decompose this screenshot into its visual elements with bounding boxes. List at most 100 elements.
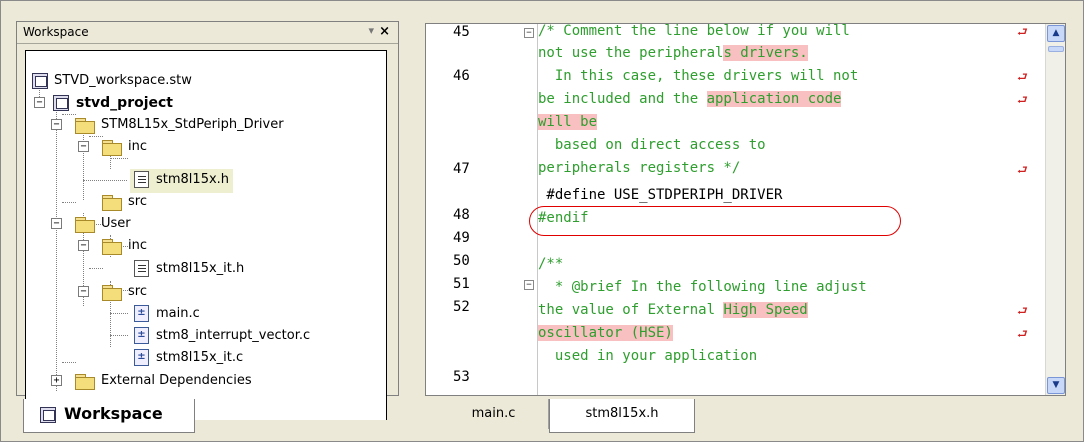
code-line: * @brief In the following line adjust: [538, 279, 867, 295]
line-number: 45: [453, 24, 470, 40]
scrollbar-thumb[interactable]: [1048, 46, 1064, 52]
c-source-file-icon: ±: [134, 349, 149, 366]
workspace-title-text: Workspace: [23, 25, 89, 39]
annotation-oval: [529, 206, 901, 236]
code-line: based on direct access to: [538, 137, 766, 153]
tab-main-c[interactable]: main.c: [439, 399, 549, 429]
project-icon: [53, 95, 69, 111]
code-highlight: will be: [538, 114, 598, 130]
code-line: peripherals registers */: [538, 160, 741, 176]
scroll-up-icon[interactable]: ▲: [1047, 25, 1065, 42]
line-number: 53: [453, 369, 470, 385]
folder-icon: [102, 195, 122, 211]
tree-connector: [110, 313, 128, 314]
line-number: 50: [453, 253, 470, 269]
folder-icon: [75, 374, 95, 390]
tree-item-driver-header[interactable]: stm8l15x.h stm8l15x.h: [130, 169, 234, 193]
tree-connector: [62, 114, 76, 115]
tree-item-label: inc: [128, 139, 147, 154]
code-line: used in your application: [538, 348, 758, 364]
tree-connector: [89, 268, 103, 269]
word-wrap-icon: ⮐: [1017, 327, 1028, 341]
tree-item-label: External Dependencies: [101, 373, 252, 388]
application-frame: Workspace ▾ × STVD_workspace.stw − stvd_…: [0, 0, 1084, 442]
collapse-toggle-icon[interactable]: −: [78, 286, 89, 297]
word-wrap-icon: ⮐: [1017, 70, 1028, 84]
tree-connector: [56, 103, 57, 391]
line-number-gutter: 45 46 47 48 49 50 51 52 53: [426, 24, 512, 395]
code-line: oscillator (HSE): [538, 322, 673, 344]
close-icon[interactable]: ×: [379, 24, 390, 39]
tree-item-label: STVD_workspace.stw: [54, 73, 192, 88]
tab-stm8l15x-h[interactable]: stm8l15x.h: [549, 399, 695, 433]
c-source-file-icon: ±: [134, 305, 149, 322]
tree-connector: [62, 202, 76, 203]
workspace-panel: Workspace ▾ × STVD_workspace.stw − stvd_…: [16, 21, 399, 420]
vertical-scrollbar[interactable]: ▲ ▼: [1045, 24, 1065, 395]
tree-item-label: stm8l15x_it.h: [156, 261, 245, 276]
code-line: In this case, these drivers will not: [538, 68, 859, 84]
code-highlight: s drivers.: [723, 45, 808, 61]
code-line: will be: [538, 111, 598, 133]
c-source-file-icon: ±: [134, 327, 149, 344]
code-highlight: oscillator (HSE): [538, 325, 673, 341]
code-line: the value of External High Speed: [538, 302, 808, 318]
code-highlight: High Speed: [723, 302, 808, 318]
word-wrap-icon: ⮐: [1017, 93, 1028, 107]
scroll-down-icon[interactable]: ▼: [1047, 377, 1065, 394]
pin-icon[interactable]: ▾: [368, 24, 374, 37]
line-number: 51: [453, 276, 470, 292]
tree-item-label: stm8l15x.h: [156, 172, 230, 187]
code-line-define: #define USE_STDPERIPH_DRIVER: [538, 187, 783, 203]
line-number: 47: [453, 161, 470, 177]
code-line: not use the peripherals drivers.: [538, 45, 808, 61]
tree-item-label: User: [101, 216, 131, 231]
tree-item-label: src: [128, 194, 147, 209]
collapse-toggle-icon[interactable]: −: [78, 240, 89, 251]
workspace-panel-title: Workspace ▾ ×: [17, 22, 398, 44]
folder-icon: [75, 118, 95, 134]
workspace-tab-label: Workspace: [64, 404, 163, 423]
collapse-toggle-icon[interactable]: −: [34, 97, 45, 108]
workspace-tab[interactable]: Workspace: [23, 399, 195, 433]
workspace-tree: STVD_workspace.stw − stvd_project − STM8…: [25, 50, 387, 420]
code-line: /* Comment the line below if you will: [538, 23, 850, 39]
folder-icon: [102, 140, 122, 156]
tree-connector: [83, 125, 84, 200]
word-wrap-icon: ⮐: [1017, 304, 1028, 318]
fold-collapse-icon[interactable]: −: [524, 280, 534, 290]
tree-connector: [83, 180, 127, 181]
tree-connector: [110, 158, 128, 159]
code-line: be included and the application code: [538, 91, 842, 107]
tree-item-label: stm8l15x_it.c: [156, 350, 244, 365]
tree-item-label: stm8_interrupt_vector.c: [156, 328, 311, 343]
tree-item-label: stvd_project: [76, 95, 174, 111]
tree-connector: [62, 362, 76, 363]
line-number: 49: [453, 230, 470, 246]
fold-collapse-icon[interactable]: −: [524, 28, 534, 38]
code-editor[interactable]: 45 46 47 48 49 50 51 52 53 − − /* Commen…: [425, 23, 1066, 396]
collapse-toggle-icon[interactable]: −: [51, 218, 62, 229]
workspace-icon: [40, 407, 56, 423]
tree-item-label: inc: [128, 238, 147, 253]
expand-toggle-icon[interactable]: +: [51, 375, 62, 386]
tree-item-label: src: [128, 284, 147, 299]
line-number: 46: [453, 68, 470, 84]
code-highlight: application code: [706, 91, 842, 107]
workspace-icon: [32, 73, 48, 89]
word-wrap-icon: ⮐: [1017, 163, 1028, 177]
header-file-icon: [134, 171, 149, 188]
folder-icon: [75, 217, 95, 233]
collapse-toggle-icon[interactable]: −: [51, 119, 62, 130]
tree-connector: [89, 136, 103, 137]
code-line: /**: [538, 256, 564, 272]
tree-connector: [110, 335, 128, 336]
line-number: 52: [453, 299, 470, 315]
tree-item-label: STM8L15x_StdPeriph_Driver: [101, 117, 284, 132]
line-number: 48: [453, 207, 470, 223]
collapse-toggle-icon[interactable]: −: [78, 141, 89, 152]
word-wrap-icon: ⮐: [1017, 25, 1028, 39]
folder-icon: [102, 239, 122, 255]
folder-icon: [102, 285, 122, 301]
tree-item-label: main.c: [156, 306, 200, 321]
